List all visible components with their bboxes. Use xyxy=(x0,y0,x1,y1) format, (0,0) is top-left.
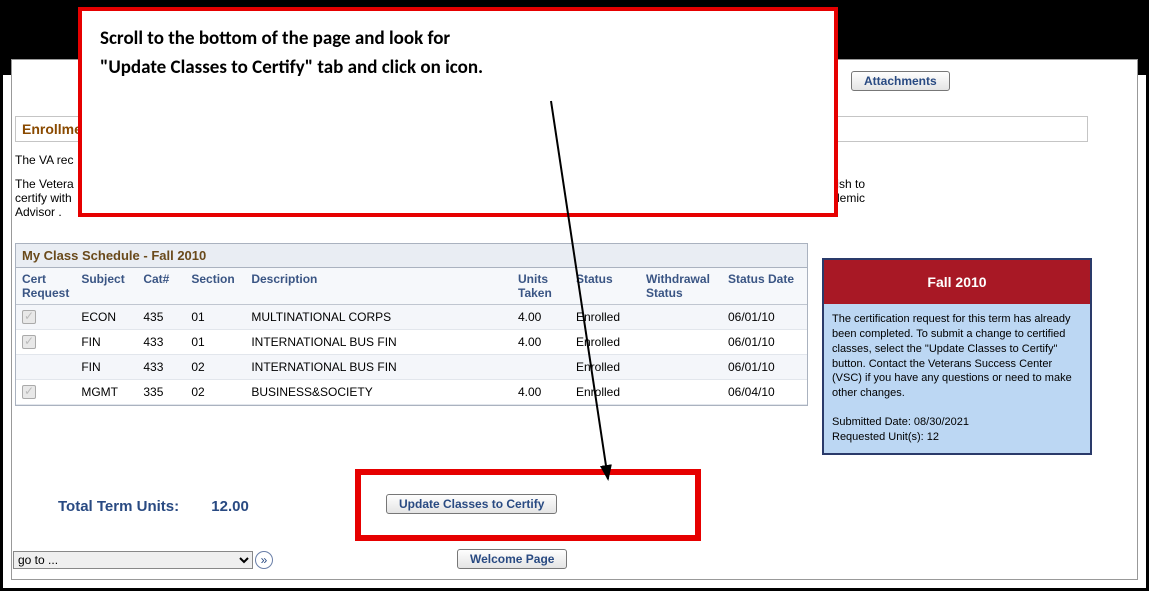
cell: 02 xyxy=(185,380,245,405)
cell: 06/04/10 xyxy=(722,380,807,405)
cell: 335 xyxy=(137,380,185,405)
total-value: 12.00 xyxy=(211,498,249,515)
cell xyxy=(16,330,75,355)
cert-checkbox[interactable] xyxy=(22,335,36,349)
cell: 433 xyxy=(137,355,185,380)
cell xyxy=(512,355,570,380)
va-para2-left2: certify with xyxy=(15,191,72,205)
cell: 06/01/10 xyxy=(722,305,807,330)
term-info-body: The certification request for this term … xyxy=(832,312,1082,401)
class-schedule-title: My Class Schedule - Fall 2010 xyxy=(16,244,807,268)
class-schedule-table: Cert Request Subject Cat# Section Descri… xyxy=(16,268,807,405)
cert-checkbox[interactable] xyxy=(22,310,36,324)
col-units: Units Taken xyxy=(512,268,570,305)
cell: FIN xyxy=(75,330,137,355)
col-desc: Description xyxy=(245,268,512,305)
total-term-units: Total Term Units: 12.00 xyxy=(58,498,249,515)
col-withdrawal: Withdrawal Status xyxy=(640,268,722,305)
cell: 4.00 xyxy=(512,380,570,405)
cell: BUSINESS&SOCIETY xyxy=(245,380,512,405)
instruction-callout: Scroll to the bottom of the page and loo… xyxy=(78,7,838,217)
cell xyxy=(16,380,75,405)
table-row: FIN43301INTERNATIONAL BUS FIN4.00Enrolle… xyxy=(16,330,807,355)
term-info-title: Fall 2010 xyxy=(824,260,1090,304)
col-section: Section xyxy=(185,268,245,305)
table-row: MGMT33502BUSINESS&SOCIETY4.00Enrolled 06/… xyxy=(16,380,807,405)
cell: 433 xyxy=(137,330,185,355)
update-classes-button[interactable]: Update Classes to Certify xyxy=(386,494,557,514)
term-submitted-date: Submitted Date: 08/30/2021 xyxy=(832,415,1082,430)
cell: 435 xyxy=(137,305,185,330)
cell: INTERNATIONAL BUS FIN xyxy=(245,355,512,380)
cell: 06/01/10 xyxy=(722,330,807,355)
goto-select[interactable]: go to ... xyxy=(13,551,253,569)
cell xyxy=(16,355,75,380)
cell: 02 xyxy=(185,355,245,380)
cell: Enrolled xyxy=(570,330,640,355)
cell: 06/01/10 xyxy=(722,355,807,380)
cell: ECON xyxy=(75,305,137,330)
col-status-date: Status Date xyxy=(722,268,807,305)
va-para2-left1: The Vetera xyxy=(15,177,74,191)
table-row: ECON43501MULTINATIONAL CORPS4.00Enrolled… xyxy=(16,305,807,330)
cert-checkbox[interactable] xyxy=(22,385,36,399)
cell: Enrolled xyxy=(570,380,640,405)
cell: 01 xyxy=(185,330,245,355)
cell: Enrolled xyxy=(570,355,640,380)
va-para2-left3: Advisor . xyxy=(15,205,62,219)
cell: INTERNATIONAL BUS FIN xyxy=(245,330,512,355)
col-cat: Cat# xyxy=(137,268,185,305)
cell: Enrolled xyxy=(570,305,640,330)
cell xyxy=(640,380,722,405)
callout-line1: Scroll to the bottom of the page and loo… xyxy=(100,25,816,54)
term-requested-units: Requested Unit(s): 12 xyxy=(832,430,1082,445)
cell: 01 xyxy=(185,305,245,330)
cell: MGMT xyxy=(75,380,137,405)
col-cert: Cert Request xyxy=(16,268,75,305)
cell xyxy=(640,330,722,355)
page-frame: Attachments Enrollme The VA rec The Vete… xyxy=(0,0,1149,591)
goto-nav: go to ... » xyxy=(13,551,273,569)
enrollment-title: Enrollme xyxy=(22,121,82,137)
term-info-panel: Fall 2010 The certification request for … xyxy=(822,258,1092,455)
cell: MULTINATIONAL CORPS xyxy=(245,305,512,330)
cell xyxy=(640,305,722,330)
welcome-page-button[interactable]: Welcome Page xyxy=(457,549,567,569)
cell: 4.00 xyxy=(512,330,570,355)
col-status: Status xyxy=(570,268,640,305)
cell: FIN xyxy=(75,355,137,380)
goto-go-icon[interactable]: » xyxy=(255,551,273,569)
class-schedule-panel: My Class Schedule - Fall 2010 Cert Reque… xyxy=(15,243,808,406)
total-label: Total Term Units: xyxy=(58,498,179,515)
table-row: FIN43302INTERNATIONAL BUS FIN Enrolled 06/… xyxy=(16,355,807,380)
col-subject: Subject xyxy=(75,268,137,305)
cell xyxy=(640,355,722,380)
attachments-button[interactable]: Attachments xyxy=(851,71,950,91)
cell xyxy=(16,305,75,330)
cell: 4.00 xyxy=(512,305,570,330)
callout-line2: "Update Classes to Certify" tab and clic… xyxy=(100,54,816,83)
